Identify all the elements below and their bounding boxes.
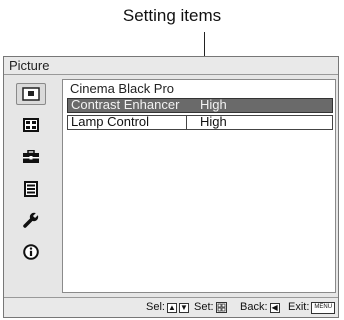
screen-icon	[23, 118, 39, 132]
setting-value: High	[200, 97, 227, 112]
up-arrow-icon: ▲	[166, 302, 177, 313]
info-icon	[23, 244, 39, 260]
left-arrow-icon: ◀	[269, 302, 280, 313]
settings-panel: Cinema Black Pro Contrast Enhancer High …	[62, 79, 336, 293]
setting-row-contrast-enhancer[interactable]: Contrast Enhancer High	[67, 98, 333, 113]
menu-key-icon: MENU	[311, 301, 336, 314]
menu-title: Picture	[4, 57, 338, 75]
sidebar-item-installation[interactable]	[16, 209, 46, 231]
sidebar-item-information[interactable]	[16, 241, 46, 263]
sel-label: Sel:	[146, 301, 165, 313]
picture-menu: Picture Cinema Black Pro Contrast Enhanc…	[3, 56, 339, 318]
setting-row-lamp-control[interactable]: Lamp Control High	[67, 115, 333, 130]
setting-label: Contrast Enhancer	[71, 97, 180, 112]
setting-items-callout: Setting items	[122, 6, 222, 25]
sidebar-item-function[interactable]	[16, 178, 46, 200]
list-icon	[24, 181, 38, 197]
exit-label: Exit:	[288, 301, 310, 313]
status-back: Back: ◀	[240, 298, 280, 317]
status-set: Set:	[194, 298, 227, 317]
sidebar-item-setup[interactable]	[16, 146, 46, 168]
back-label: Back:	[240, 301, 268, 313]
toolbox-icon	[23, 150, 39, 163]
sidebar-item-screen[interactable]	[16, 114, 46, 136]
picture-icon	[22, 87, 40, 101]
wrench-icon	[23, 212, 39, 228]
down-arrow-icon: ▼	[178, 302, 189, 313]
setting-label: Cinema Black Pro	[70, 81, 175, 96]
status-bar: Sel: ▲ ▼ Set: Back: ◀ Exit: MENU	[4, 297, 338, 317]
menu-sidebar	[4, 75, 58, 297]
enter-icon	[215, 302, 227, 313]
status-exit: Exit: MENU	[288, 298, 336, 317]
sidebar-item-picture[interactable]	[16, 83, 46, 105]
setting-value: High	[200, 114, 227, 129]
setting-value-cell: High	[186, 114, 333, 129]
set-label: Set:	[194, 301, 214, 313]
status-sel: Sel: ▲ ▼	[146, 298, 189, 317]
setting-row-cinema-black-pro[interactable]: Cinema Black Pro	[67, 82, 333, 97]
setting-label: Lamp Control	[71, 114, 150, 129]
